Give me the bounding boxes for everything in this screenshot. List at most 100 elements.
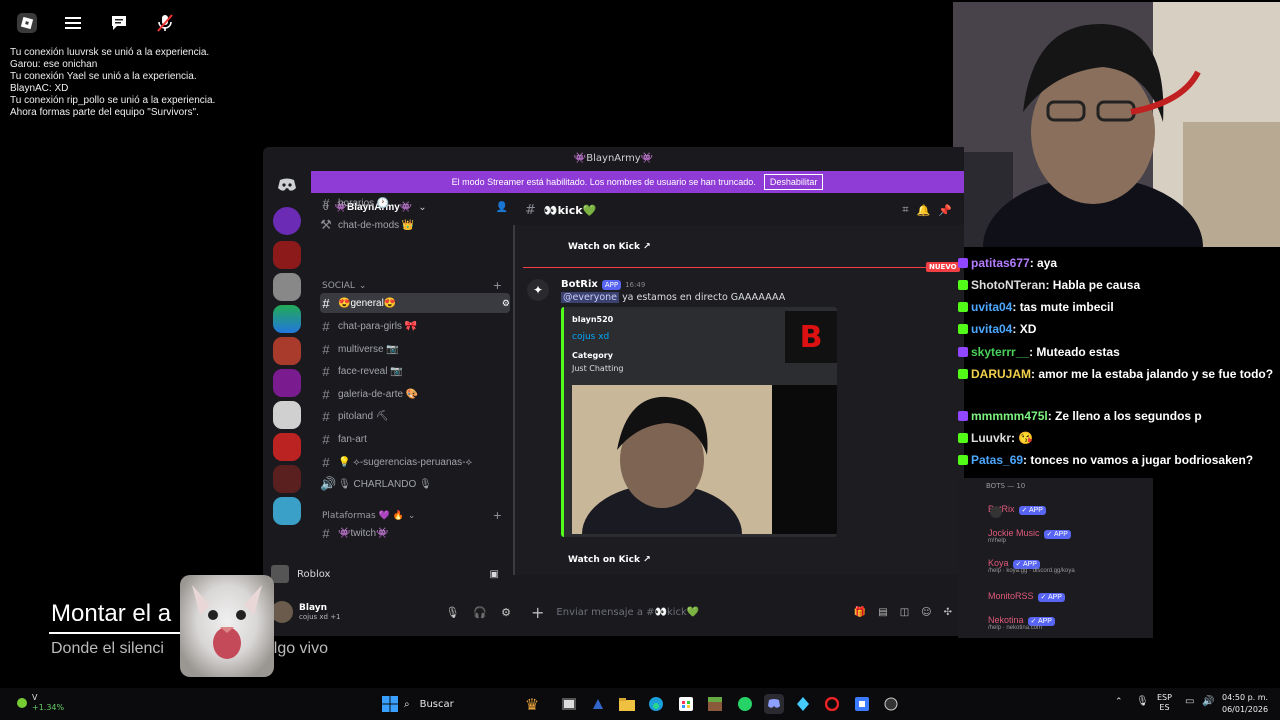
settings-icon[interactable]: ⚙ [502,298,510,309]
category-platforms[interactable]: Plataformas 💜 🔥 ⌄ + [322,509,502,522]
channel-item[interactable]: # galeria-de-arte 🎨 [320,384,510,404]
server-icon[interactable] [273,207,301,235]
hash-icon: # [322,454,330,470]
bot-member[interactable]: MonitoRSS ✓ APP [988,591,1065,602]
server-icon[interactable] [273,497,301,525]
scroll-track[interactable] [513,225,515,575]
screen-share-icon[interactable]: ▣ [490,569,499,580]
message-author[interactable]: BotRix [561,279,598,290]
obs-icon[interactable] [881,694,901,714]
stock-widget[interactable]: V +1.34% [32,693,64,713]
server-icon[interactable] [273,369,301,397]
chevron-down-icon: ⌄ [358,280,367,291]
windows-start-icon[interactable] [380,694,400,714]
microphone-icon[interactable]: 🎙 [445,606,459,619]
mention[interactable]: @everyone [561,292,620,303]
channel-item[interactable]: # horarios 🕐 [320,195,510,213]
channel-name: chat-de-mods 👑 [338,219,415,231]
bot-member[interactable]: Nekotina ✓ APP/help · nekotina.com [988,615,1055,631]
app-icon[interactable] [793,694,813,714]
volume-icon[interactable]: 🔊 [1202,696,1214,707]
roblox-taskbar-icon[interactable] [852,694,872,714]
server-icon[interactable] [273,433,301,461]
copilot-icon[interactable] [588,694,608,714]
channel-item[interactable]: # chat-para-girls 🎀 [320,316,510,336]
weather-stock-icon[interactable] [16,694,28,713]
disable-streamer-button[interactable]: Deshabilitar [763,174,824,190]
subtitle-left: Donde el silenci [51,640,164,657]
channel-item[interactable]: # multiverse 📷 [320,339,510,359]
voice-channel-item[interactable]: 🔊 🎙 CHARLANDO 🎙 [320,474,510,494]
sticker-icon[interactable]: ◫ [900,607,909,618]
hash-icon: # [322,341,330,357]
member-list-bots: BOTS — 10 BotRix✓ APP Jockie Music✓ APPm… [958,478,1153,638]
microphone-tray-icon[interactable]: 🎙 [1136,696,1149,707]
bell-icon[interactable]: 🔔 [917,204,931,217]
channel-item[interactable]: # 👾twitch👾 [320,523,510,543]
channel-title: 👀kick💚 [543,203,597,217]
clock[interactable]: 04:50 p. m. 06/01/2026 [1222,692,1268,716]
watch-on-kick-link[interactable]: Watch on Kick ↗ [568,242,651,252]
roblox-menu-icon[interactable] [14,10,40,36]
channel-item[interactable]: # face-reveal 📷 [320,361,510,381]
apps-icon[interactable]: ✣ [944,607,952,618]
chat-message: DARUJAM: amor me la estaba jalando y se … [958,365,1280,383]
add-channel-icon[interactable]: + [493,279,502,292]
chat-line: Tu conexión luuvrsk se unió a la experie… [10,47,210,58]
discord-taskbar-icon[interactable] [764,694,784,714]
channel-item[interactable]: # 💡 ⟡-sugerencias-peruanas-⟡ [320,452,510,472]
chat-line: Tu conexión Yael se unió a la experienci… [10,71,197,82]
microphone-muted-icon[interactable] [152,10,178,36]
cat-sticker-image [180,575,274,677]
embed-image[interactable] [572,385,837,534]
message-input[interactable]: + Enviar mensaje a #👀kick💚 🎁 ▤ ◫ ☺ ✣ [521,597,956,627]
taskbar-search[interactable]: ⌕ Buscar [404,692,514,716]
minecraft-icon[interactable] [705,694,725,714]
avatar[interactable] [271,601,293,623]
embed-title[interactable]: cojus xd [572,332,609,342]
file-explorer-icon[interactable] [617,694,637,714]
network-icon[interactable]: ▭ [1185,696,1194,707]
gift-icon[interactable]: 🎁 [854,607,866,618]
channel-item[interactable]: # fan-art [320,429,510,449]
widgets-icon[interactable]: ♛ [522,694,542,714]
kick-icon [958,369,968,379]
whatsapp-icon[interactable] [735,694,755,714]
server-icon[interactable] [273,465,301,493]
bot-member[interactable]: Koya ✓ APP/help · koya.gg · discord.gg/ko… [988,558,1075,574]
embed-author[interactable]: blayn520 [572,315,613,324]
channel-item[interactable]: # pitoland ⛏ [320,406,510,426]
server-icon[interactable] [273,273,301,301]
store-icon[interactable] [676,694,696,714]
chevron-up-icon[interactable]: ⌃ [1115,697,1123,707]
chat-username: skyterrr__ [971,345,1030,359]
voice-activity: Roblox [297,568,331,580]
category-social[interactable]: SOCIAL ⌄ + [322,279,502,292]
emoji-icon[interactable]: ☺ [921,607,931,618]
language-indicator[interactable]: ESP ES [1157,693,1172,713]
add-attachment-icon[interactable]: + [531,603,544,622]
gif-icon[interactable]: ▤ [878,607,887,618]
chat-icon[interactable] [106,10,132,36]
channel-name: face-reveal 📷 [338,365,403,377]
server-icon[interactable] [273,305,301,333]
hash-icon: # [322,318,330,334]
channel-item-general[interactable]: # 😍general😍 ⚙ [320,293,510,313]
server-icon[interactable] [273,337,301,365]
botrix-avatar[interactable]: ✦ [527,279,549,301]
opera-icon[interactable] [822,694,842,714]
threads-icon[interactable]: ⌗ [902,203,908,217]
server-icon[interactable] [273,401,301,429]
pin-icon[interactable]: 📌 [938,204,952,217]
message-text: @everyone ya estamos en directo GAAAAAAA [561,292,785,303]
edge-icon[interactable] [646,694,666,714]
task-view-icon[interactable] [559,694,579,714]
hamburger-icon[interactable] [60,10,86,36]
server-icon[interactable] [273,241,301,269]
add-channel-icon[interactable]: + [493,509,502,522]
gear-icon[interactable]: ⚙ [501,606,511,619]
watch-on-kick-link[interactable]: Watch on Kick ↗ [568,555,651,565]
channel-item[interactable]: ⚒ chat-de-mods 👑 [320,215,510,235]
headphones-icon[interactable]: 🎧 [473,606,487,619]
bot-member[interactable]: Jockie Music ✓ APP m!help [988,528,1071,544]
